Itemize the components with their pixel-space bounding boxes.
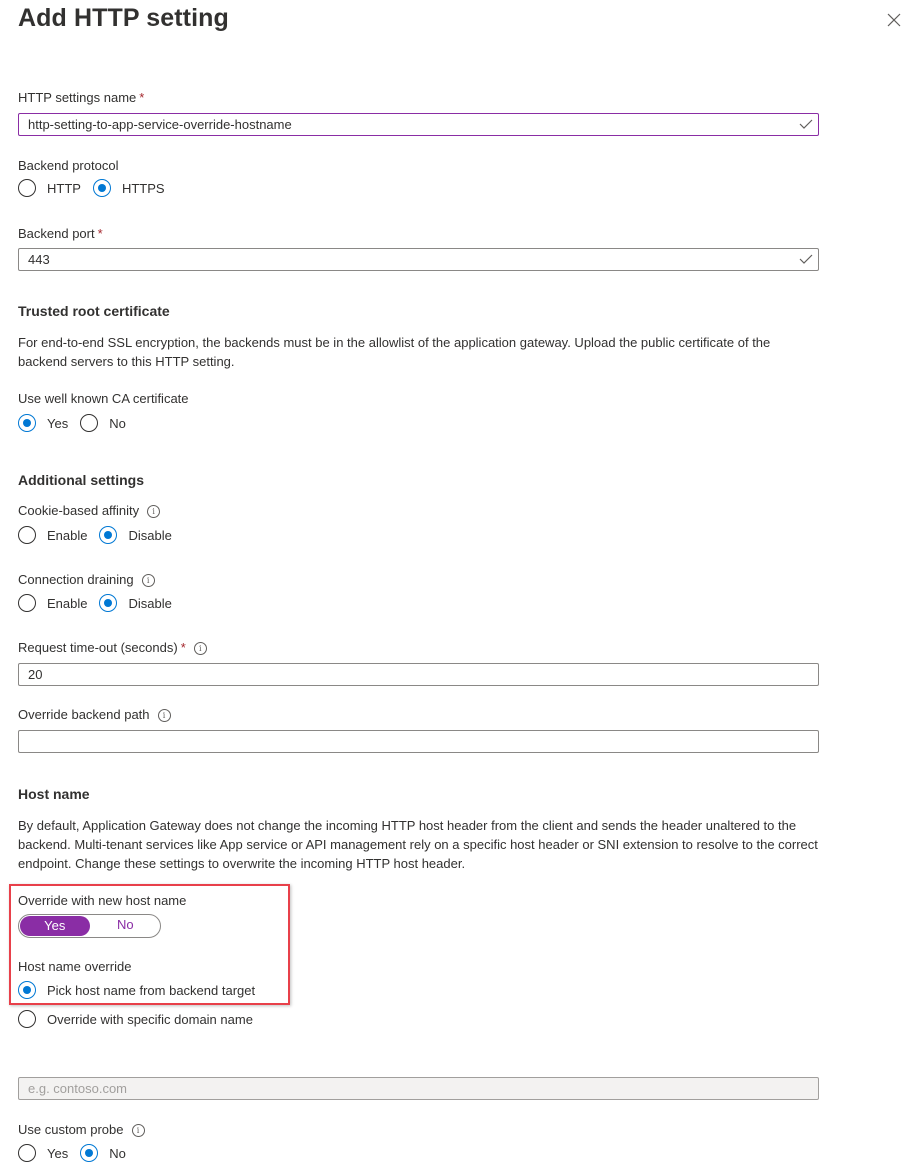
radio-circle-selected xyxy=(18,414,36,432)
radio-circle-selected xyxy=(92,179,111,197)
radio-https[interactable]: HTTPS xyxy=(92,179,165,197)
radio-label: Yes xyxy=(47,1145,69,1161)
override-backend-path-label: Override backend path i xyxy=(18,707,171,722)
connection-draining-group: Enable Disable xyxy=(18,593,184,613)
radio-circle-selected xyxy=(80,1144,99,1162)
label-text: Cookie-based affinity xyxy=(18,503,140,518)
host-name-override-label: Host name override xyxy=(18,959,132,974)
input-value: 443 xyxy=(28,252,50,267)
radio-label: Enable xyxy=(47,595,88,611)
host-name-heading: Host name xyxy=(18,786,90,802)
http-settings-name-input[interactable]: http-setting-to-app-service-override-hos… xyxy=(18,113,819,136)
input-placeholder: e.g. contoso.com xyxy=(28,1081,127,1096)
checkmark-icon xyxy=(799,254,813,264)
radio-label: No xyxy=(109,1145,126,1161)
override-backend-path-input[interactable] xyxy=(18,730,819,753)
info-icon[interactable]: i xyxy=(131,1124,145,1137)
host-override-option-2: Override with specific domain name xyxy=(18,1009,265,1029)
radio-cookie-enable[interactable]: Enable xyxy=(18,526,87,544)
radio-circle-selected xyxy=(99,594,118,612)
radio-circle xyxy=(18,526,36,544)
checkmark-icon xyxy=(799,119,813,129)
custom-probe-group: Yes No xyxy=(18,1143,138,1163)
radio-cookie-disable[interactable]: Disable xyxy=(99,526,172,544)
radio-circle xyxy=(18,594,36,612)
radio-label: Override with specific domain name xyxy=(47,1011,253,1027)
additional-settings-heading: Additional settings xyxy=(18,472,144,488)
radio-probe-no[interactable]: No xyxy=(80,1144,126,1162)
backend-port-label: Backend port * xyxy=(18,226,103,241)
radio-label: Disable xyxy=(128,595,172,611)
cookie-affinity-group: Enable Disable xyxy=(18,525,184,545)
info-icon[interactable]: i xyxy=(147,505,161,518)
radio-pick-from-backend[interactable]: Pick host name from backend target xyxy=(18,981,255,999)
well-known-ca-label: Use well known CA certificate xyxy=(18,391,189,406)
request-timeout-input[interactable]: 20 xyxy=(18,663,819,686)
info-icon[interactable]: i xyxy=(141,574,155,587)
toggle-no[interactable]: No xyxy=(91,915,161,937)
domain-name-input[interactable]: e.g. contoso.com xyxy=(18,1077,819,1100)
close-icon xyxy=(887,13,901,27)
radio-label: Pick host name from backend target xyxy=(47,982,256,998)
radio-circle xyxy=(18,1144,36,1162)
cookie-affinity-label: Cookie-based affinity i xyxy=(18,503,161,518)
radio-circle xyxy=(18,179,36,197)
radio-probe-yes[interactable]: Yes xyxy=(18,1144,68,1162)
override-host-name-label: Override with new host name xyxy=(18,893,187,908)
host-name-description: By default, Application Gateway does not… xyxy=(18,818,818,871)
radio-circle xyxy=(80,414,99,432)
radio-circle xyxy=(18,1010,36,1028)
page-title: Add HTTP setting xyxy=(18,4,229,32)
label-text: Use custom probe xyxy=(18,1122,124,1137)
well-known-ca-group: Yes No xyxy=(18,413,138,433)
backend-protocol-group: HTTP HTTPS xyxy=(18,178,177,198)
request-timeout-label: Request time-out (seconds) * i xyxy=(18,640,207,655)
radio-label: Yes xyxy=(47,415,69,431)
radio-draining-disable[interactable]: Disable xyxy=(99,594,172,612)
required-marker: * xyxy=(180,640,186,655)
input-value: 20 xyxy=(28,667,43,682)
radio-label: HTTP xyxy=(47,180,81,196)
info-icon[interactable]: i xyxy=(193,642,207,655)
http-settings-name-label: HTTP settings name * xyxy=(18,90,144,105)
required-marker: * xyxy=(139,90,145,105)
radio-specific-domain[interactable]: Override with specific domain name xyxy=(18,1010,253,1028)
input-value: http-setting-to-app-service-override-hos… xyxy=(28,117,292,132)
radio-circle-selected xyxy=(99,526,118,544)
label-text: Override backend path xyxy=(18,707,150,722)
host-override-option-1: Pick host name from backend target xyxy=(18,980,267,1000)
radio-label: Enable xyxy=(47,527,88,543)
trusted-root-description: For end-to-end SSL encryption, the backe… xyxy=(18,335,771,369)
required-marker: * xyxy=(97,226,103,241)
backend-port-input[interactable]: 443 xyxy=(18,248,819,271)
label-text: HTTP settings name xyxy=(18,90,137,105)
radio-draining-enable[interactable]: Enable xyxy=(18,594,87,612)
custom-probe-label: Use custom probe i xyxy=(18,1122,145,1137)
backend-protocol-label: Backend protocol xyxy=(18,158,119,173)
connection-draining-label: Connection draining i xyxy=(18,572,155,587)
radio-ca-no[interactable]: No xyxy=(80,414,126,432)
radio-label: HTTPS xyxy=(121,180,165,196)
override-host-name-toggle[interactable]: Yes No xyxy=(18,914,161,938)
trusted-root-heading: Trusted root certificate xyxy=(18,303,170,319)
radio-circle-selected xyxy=(18,981,36,999)
radio-ca-yes[interactable]: Yes xyxy=(18,414,68,432)
label-text: Connection draining xyxy=(18,572,134,587)
info-icon[interactable]: i xyxy=(157,709,171,722)
radio-label: Disable xyxy=(128,527,172,543)
radio-http[interactable]: HTTP xyxy=(18,179,81,197)
label-text: Backend port xyxy=(18,226,95,241)
radio-label: No xyxy=(109,415,126,431)
label-text: Request time-out (seconds) xyxy=(18,640,178,655)
close-button[interactable] xyxy=(886,12,902,28)
toggle-yes[interactable]: Yes xyxy=(20,916,90,936)
